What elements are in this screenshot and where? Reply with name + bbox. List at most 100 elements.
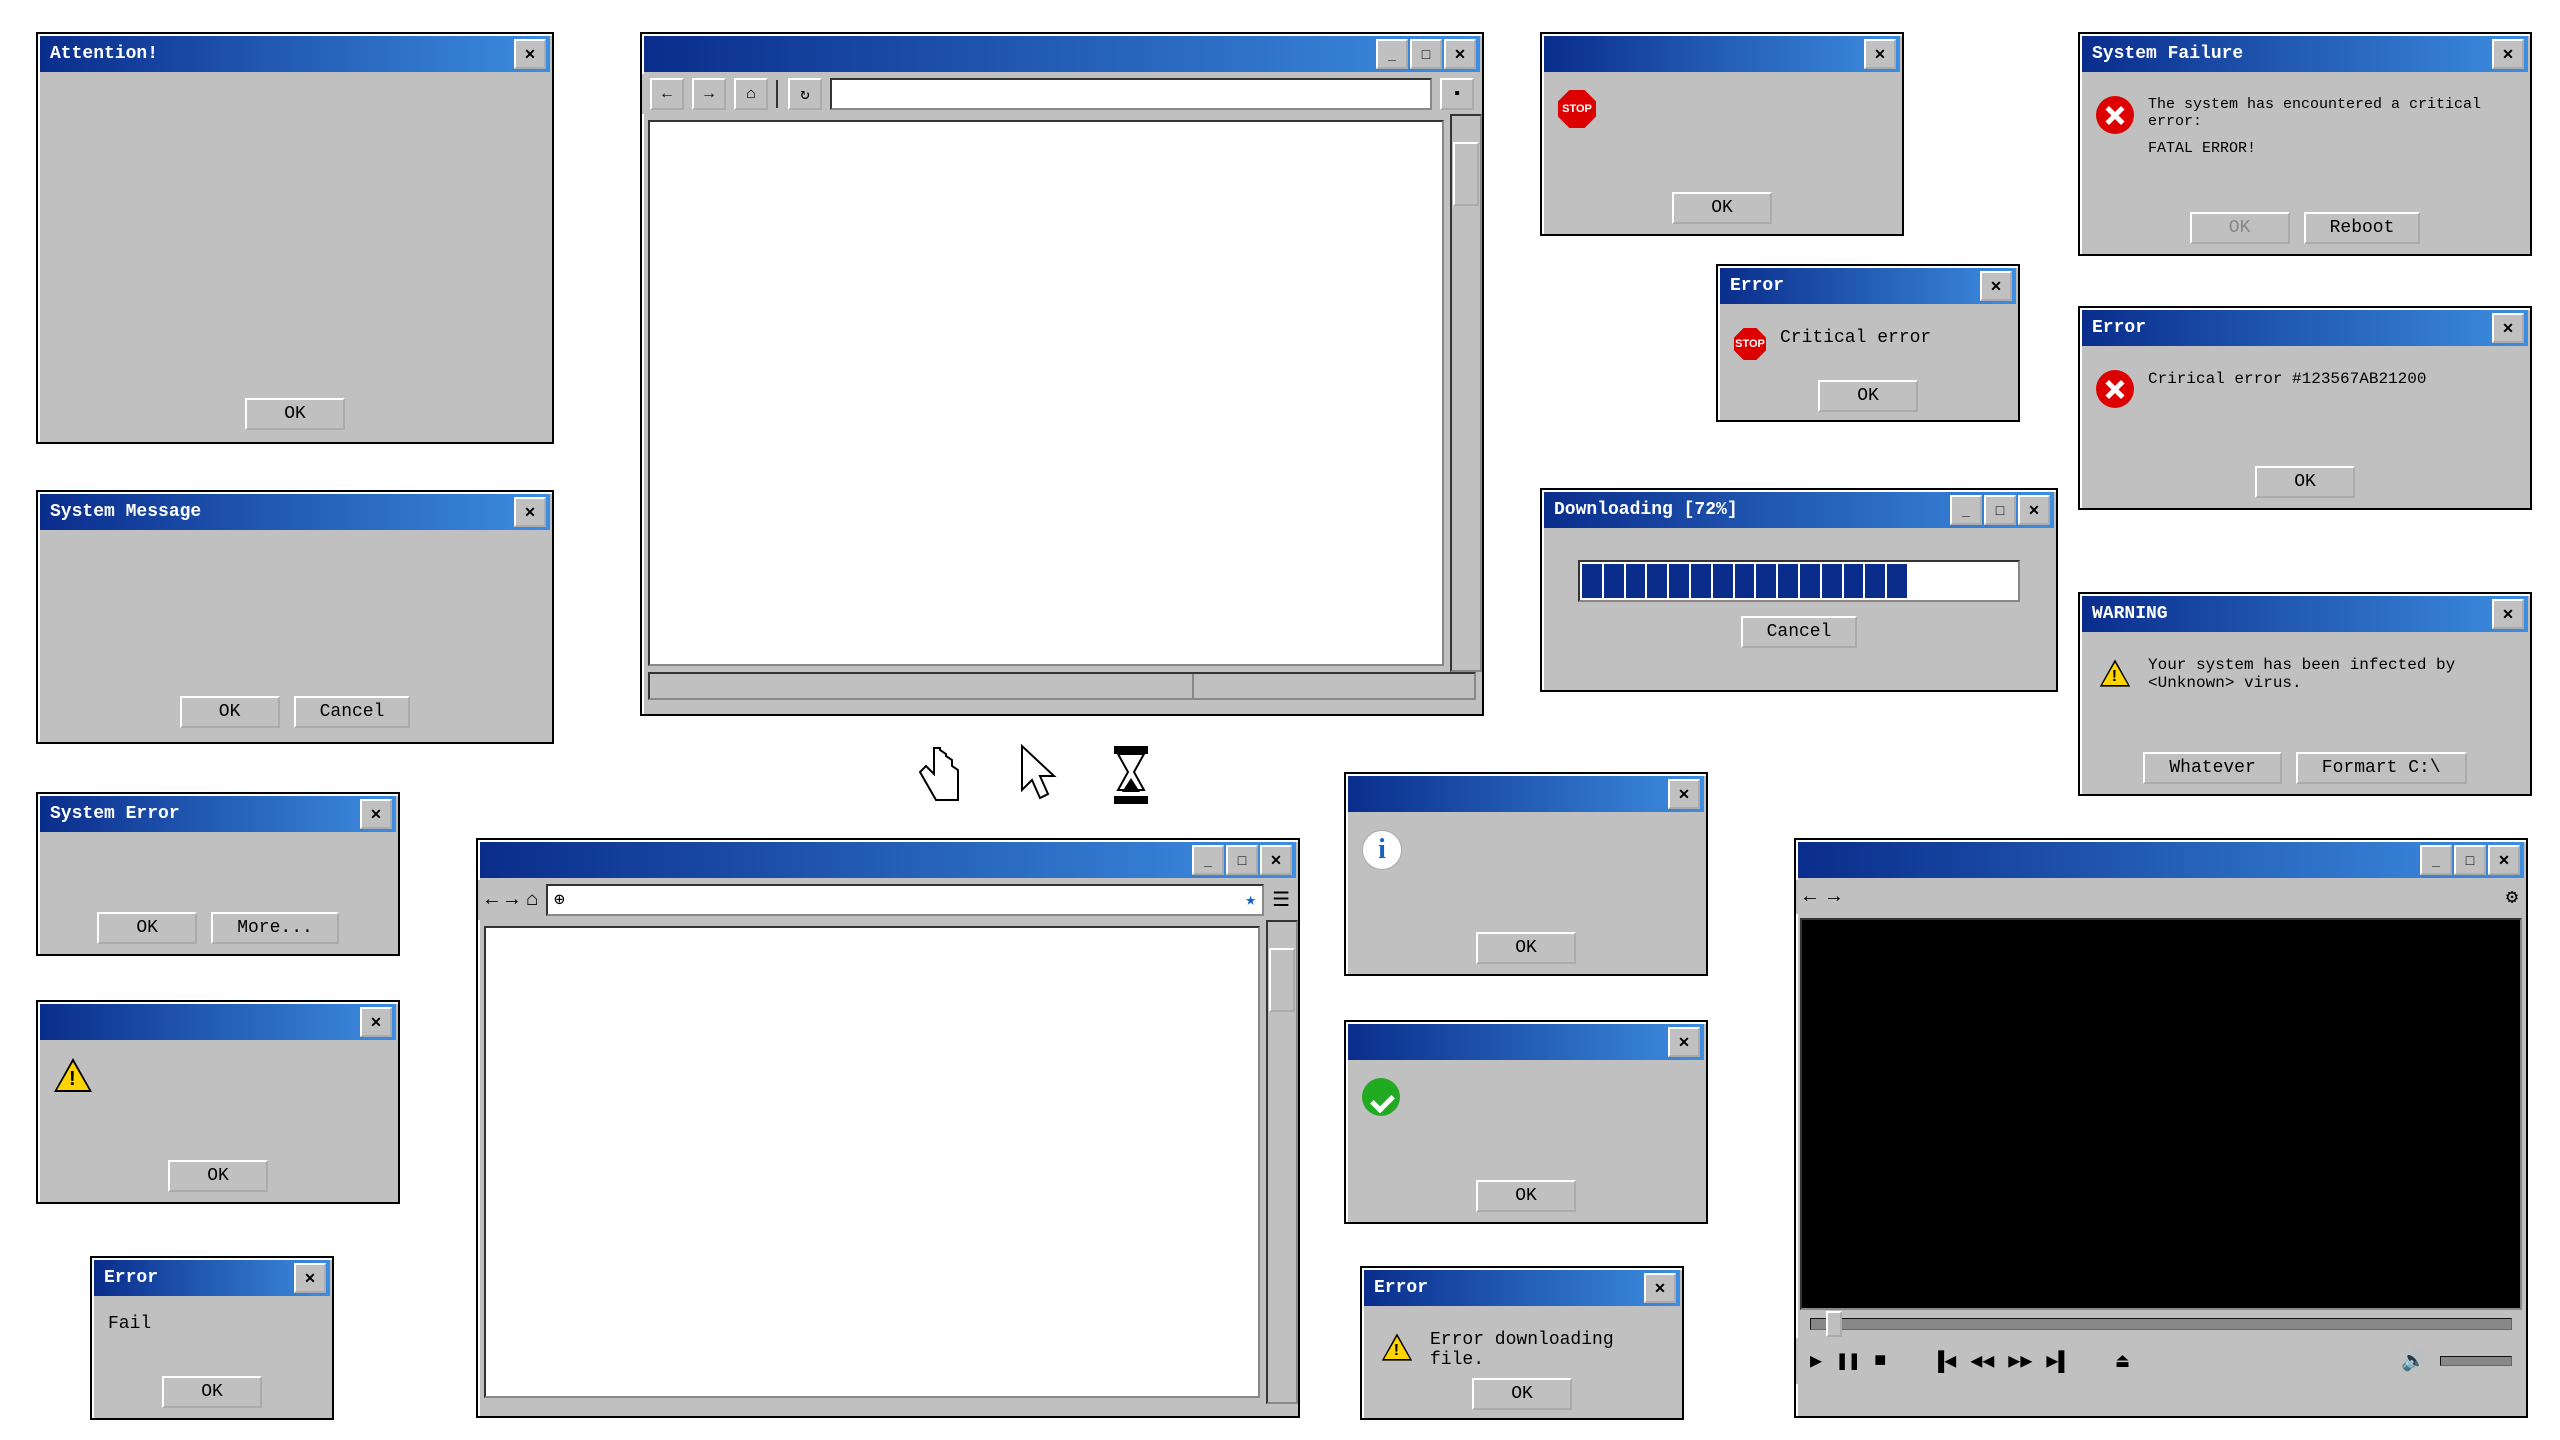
ok-button[interactable]: OK bbox=[1476, 932, 1576, 964]
scrollbar-vertical[interactable] bbox=[1450, 114, 1482, 672]
close-icon[interactable]: ✕ bbox=[514, 39, 546, 69]
forward-icon[interactable]: → bbox=[506, 889, 518, 912]
ok-button[interactable]: OK bbox=[97, 912, 197, 944]
rewind-icon[interactable]: ◀◀ bbox=[1970, 1348, 1994, 1374]
maximize-icon[interactable]: □ bbox=[1410, 39, 1442, 69]
menu-icon[interactable]: ☰ bbox=[1272, 887, 1290, 913]
maximize-icon[interactable]: □ bbox=[1984, 495, 2016, 525]
titlebar[interactable]: Attention! ✕ bbox=[40, 36, 550, 72]
titlebar[interactable]: System Error ✕ bbox=[40, 796, 396, 832]
titlebar[interactable]: WARNING ✕ bbox=[2082, 596, 2528, 632]
close-icon[interactable]: ✕ bbox=[2018, 495, 2050, 525]
titlebar[interactable]: Error ✕ bbox=[2082, 310, 2528, 346]
back-icon[interactable]: ← bbox=[650, 78, 684, 110]
ok-button[interactable]: OK bbox=[1818, 380, 1918, 412]
url-input[interactable] bbox=[830, 78, 1432, 110]
titlebar[interactable]: _ □ ✕ bbox=[644, 36, 1480, 72]
pause-icon[interactable]: ❚❚ bbox=[1836, 1348, 1860, 1374]
browser-content bbox=[484, 926, 1260, 1398]
error-download-window: Error ✕ Error downloading file. OK bbox=[1360, 1266, 1684, 1420]
virus-warning-window: WARNING ✕ Your system has been infected … bbox=[2078, 592, 2532, 796]
progress-bar bbox=[1578, 560, 2020, 602]
fastforward-icon[interactable]: ▶▶ bbox=[2008, 1348, 2032, 1374]
ok-button[interactable]: OK bbox=[168, 1160, 268, 1192]
close-icon[interactable]: ✕ bbox=[1260, 845, 1292, 875]
format-button[interactable]: Formart C:\ bbox=[2296, 752, 2467, 784]
close-icon[interactable]: ✕ bbox=[1644, 1273, 1676, 1303]
minimize-icon[interactable]: _ bbox=[2420, 845, 2452, 875]
titlebar[interactable]: ✕ bbox=[1348, 776, 1704, 812]
prev-icon[interactable]: ▐◀ bbox=[1932, 1348, 1956, 1374]
folder-icon[interactable]: ▪ bbox=[1440, 78, 1474, 110]
maximize-icon[interactable]: □ bbox=[2454, 845, 2486, 875]
maximize-icon[interactable]: □ bbox=[1226, 845, 1258, 875]
close-icon[interactable]: ✕ bbox=[1668, 779, 1700, 809]
toolbar: ← → ⚙ bbox=[1796, 880, 2526, 914]
play-icon[interactable]: ▶ bbox=[1810, 1348, 1822, 1374]
hand-cursor-icon bbox=[912, 742, 968, 810]
close-icon[interactable]: ✕ bbox=[1444, 39, 1476, 69]
ok-button[interactable]: OK bbox=[162, 1376, 262, 1408]
forward-icon[interactable]: → bbox=[692, 78, 726, 110]
url-input[interactable]: ⊕ ★ bbox=[546, 884, 1264, 916]
titlebar[interactable]: Error ✕ bbox=[94, 1260, 330, 1296]
close-icon[interactable]: ✕ bbox=[2492, 39, 2524, 69]
forward-icon[interactable]: → bbox=[1828, 886, 1840, 909]
close-icon[interactable]: ✕ bbox=[1980, 271, 2012, 301]
minimize-icon[interactable]: _ bbox=[1192, 845, 1224, 875]
titlebar[interactable]: System Message ✕ bbox=[40, 494, 550, 530]
back-icon[interactable]: ← bbox=[1804, 886, 1816, 909]
toolbar: ← → ⌂ ⊕ ★ ☰ bbox=[478, 880, 1298, 920]
close-icon[interactable]: ✕ bbox=[360, 799, 392, 829]
close-icon[interactable]: ✕ bbox=[2492, 599, 2524, 629]
titlebar[interactable]: _ □ ✕ bbox=[1798, 842, 2524, 878]
back-icon[interactable]: ← bbox=[486, 889, 498, 912]
titlebar[interactable]: _ □ ✕ bbox=[480, 842, 1296, 878]
next-icon[interactable]: ▶▌ bbox=[2046, 1348, 2070, 1374]
seek-slider[interactable] bbox=[1810, 1318, 2512, 1330]
close-icon[interactable]: ✕ bbox=[1668, 1027, 1700, 1057]
refresh-icon[interactable]: ↻ bbox=[788, 78, 822, 110]
browser-window-2: _ □ ✕ ← → ⌂ ⊕ ★ ☰ bbox=[476, 838, 1300, 1418]
slider-thumb[interactable] bbox=[1826, 1311, 1842, 1337]
close-icon[interactable]: ✕ bbox=[2488, 845, 2520, 875]
settings-icon[interactable]: ⚙ bbox=[2506, 884, 2518, 910]
close-icon[interactable]: ✕ bbox=[1864, 39, 1896, 69]
titlebar[interactable]: Downloading [72%] _ □ ✕ bbox=[1544, 492, 2054, 528]
more-button[interactable]: More... bbox=[211, 912, 339, 944]
ok-button[interactable]: OK bbox=[1472, 1378, 1572, 1410]
titlebar[interactable]: ✕ bbox=[1544, 36, 1900, 72]
home-icon[interactable]: ⌂ bbox=[734, 78, 768, 110]
ok-button[interactable]: OK bbox=[1672, 192, 1772, 224]
close-icon[interactable]: ✕ bbox=[514, 497, 546, 527]
cancel-button[interactable]: Cancel bbox=[294, 696, 411, 728]
ok-button[interactable]: OK bbox=[1476, 1180, 1576, 1212]
titlebar[interactable]: Error ✕ bbox=[1720, 268, 2016, 304]
cancel-button[interactable]: Cancel bbox=[1741, 616, 1858, 648]
volume-slider[interactable] bbox=[2440, 1356, 2512, 1366]
check-icon bbox=[1362, 1078, 1400, 1116]
stop-icon[interactable]: ■ bbox=[1874, 1350, 1886, 1373]
star-icon[interactable]: ★ bbox=[1245, 889, 1256, 911]
whatever-button[interactable]: Whatever bbox=[2143, 752, 2281, 784]
minimize-icon[interactable]: _ bbox=[1950, 495, 1982, 525]
close-icon[interactable]: ✕ bbox=[294, 1263, 326, 1293]
reboot-button[interactable]: Reboot bbox=[2304, 212, 2421, 244]
error-detail: FATAL ERROR! bbox=[2148, 140, 2514, 157]
scrollbar-vertical[interactable] bbox=[1266, 920, 1298, 1404]
ok-button[interactable]: OK bbox=[180, 696, 280, 728]
minimize-icon[interactable]: _ bbox=[1376, 39, 1408, 69]
titlebar[interactable]: ✕ bbox=[40, 1004, 396, 1040]
titlebar[interactable]: ✕ bbox=[1348, 1024, 1704, 1060]
close-icon[interactable]: ✕ bbox=[2492, 313, 2524, 343]
home-icon[interactable]: ⌂ bbox=[526, 889, 538, 912]
stop-icon bbox=[1558, 90, 1596, 128]
titlebar[interactable]: System Failure ✕ bbox=[2082, 36, 2528, 72]
video-display bbox=[1800, 918, 2522, 1310]
eject-icon[interactable]: ⏏ bbox=[2116, 1348, 2128, 1374]
close-icon[interactable]: ✕ bbox=[360, 1007, 392, 1037]
titlebar[interactable]: Error ✕ bbox=[1364, 1270, 1680, 1306]
volume-icon[interactable]: 🔊 bbox=[2401, 1348, 2426, 1374]
ok-button[interactable]: OK bbox=[245, 398, 345, 430]
ok-button[interactable]: OK bbox=[2255, 466, 2355, 498]
